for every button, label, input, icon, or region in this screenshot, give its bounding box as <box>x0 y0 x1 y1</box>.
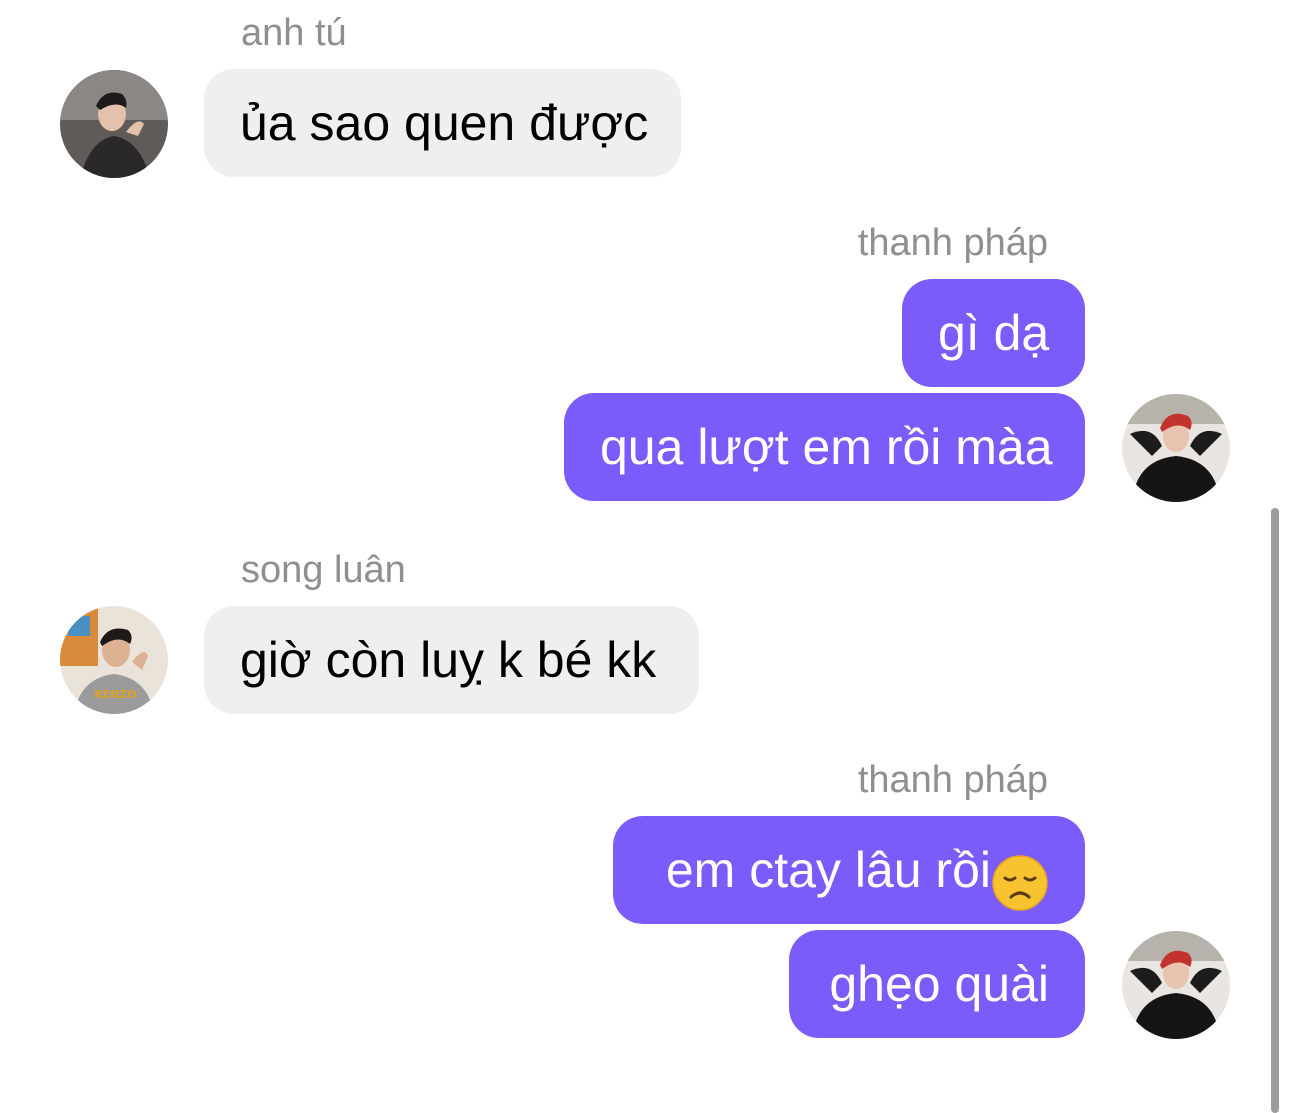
avatar-thanh-phap[interactable] <box>1122 931 1230 1039</box>
scrollbar[interactable] <box>1271 508 1279 1113</box>
sender-name: song luân <box>241 549 406 591</box>
chat-thread: anh tú ủa sao quen được thanh pháp gì dạ… <box>0 0 1290 1113</box>
message-bubble[interactable]: gì dạ <box>902 279 1085 387</box>
message-text: qua lượt em rồi màa <box>600 419 1053 475</box>
message-text: em ctay lâu rồi <box>665 842 991 898</box>
avatar-song-luan[interactable]: KENZO <box>60 606 168 714</box>
avatar-anh-tu[interactable] <box>60 70 168 178</box>
message-bubble[interactable]: qua lượt em rồi màa <box>564 393 1085 501</box>
message-text: ghẹo quài <box>829 956 1049 1012</box>
sender-name: thanh pháp <box>857 759 1048 801</box>
message-text: giờ còn luỵ k bé kk <box>240 632 657 688</box>
message-bubble[interactable]: em ctay lâu rồi <box>613 816 1085 924</box>
message-text: gì dạ <box>938 305 1050 361</box>
message-bubble[interactable]: ghẹo quài <box>789 930 1085 1038</box>
message-bubble[interactable]: giờ còn luỵ k bé kk <box>204 606 699 714</box>
sender-name: anh tú <box>241 12 347 54</box>
sender-name: thanh pháp <box>857 222 1048 264</box>
disappointed-face-emoji <box>991 841 1049 911</box>
message-bubble[interactable]: ủa sao quen được <box>204 69 681 177</box>
avatar-thanh-phap[interactable] <box>1122 394 1230 502</box>
svg-text:KENZO: KENZO <box>94 688 137 701</box>
message-text: ủa sao quen được <box>240 95 649 151</box>
